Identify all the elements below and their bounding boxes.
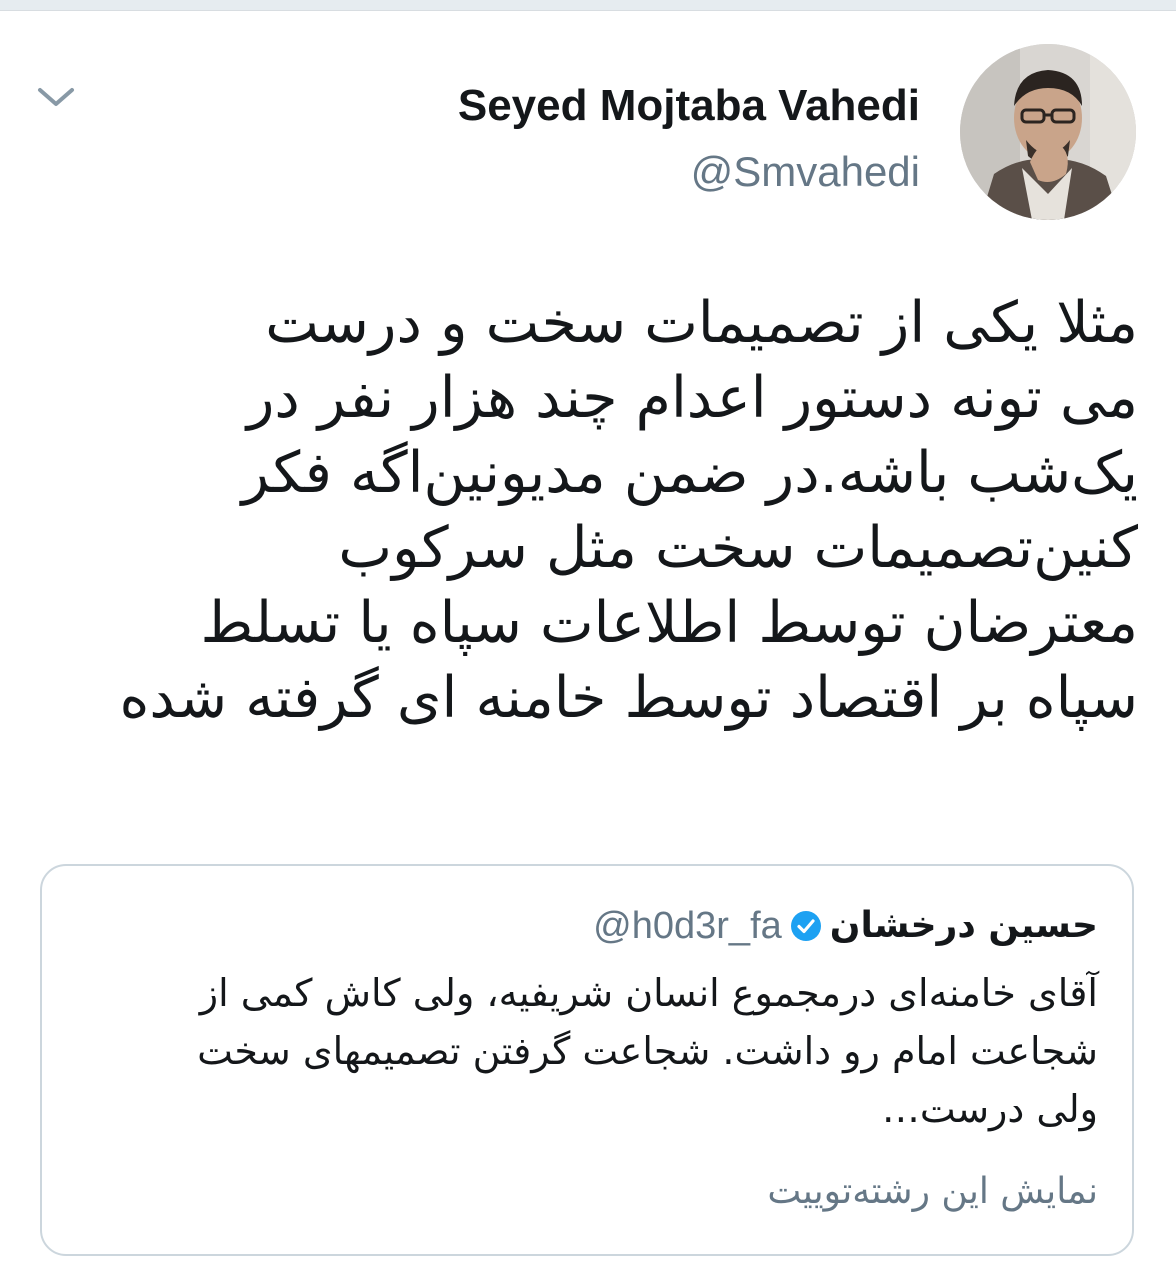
quoted-tweet-card[interactable]: حسین درخشان @h0d3r_fa آقای خامنه‌ای درمج… (40, 864, 1134, 1256)
top-divider (0, 0, 1176, 11)
quoted-text-line: شجاعت امام رو داشت. شجاعت گرفتن تصمیمهای… (197, 1029, 1098, 1073)
quoted-text-line: ولی درست… (881, 1087, 1098, 1131)
author-display-name[interactable]: Seyed Mojtaba Vahedi (458, 78, 920, 134)
quoted-tweet-header: حسین درخشان @h0d3r_fa (593, 900, 1098, 952)
tweet-text-line: کنین‌تصمیمات سخت مثل سرکوب (338, 515, 1138, 581)
author-handle[interactable]: @Smvahedi (691, 144, 920, 200)
quoted-author-handle[interactable]: @h0d3r_fa (593, 900, 782, 952)
verified-badge-icon (790, 910, 822, 942)
tweet-text-line: مثلا یکی از تصمیمات سخت و درست (265, 290, 1138, 356)
quoted-tweet-text: آقای خامنه‌ای درمجموع انسان شریفیه، ولی … (88, 964, 1098, 1138)
show-thread-link[interactable]: نمایش این رشته‌توییت (767, 1166, 1098, 1218)
tweet-text-line: سپاه بر اقتصاد توسط خامنه ای گرفته شده (119, 665, 1138, 731)
tweet-text-line: می تونه دستور اعدام چند هزار نفر در (246, 365, 1138, 431)
avatar[interactable] (960, 44, 1136, 220)
quoted-text-line: آقای خامنه‌ای درمجموع انسان شریفیه، ولی … (199, 971, 1098, 1015)
quoted-author-name[interactable]: حسین درخشان (830, 900, 1098, 952)
chevron-down-icon[interactable] (34, 82, 78, 112)
profile-photo-icon (960, 44, 1136, 220)
tweet-text-line: یک‌شب باشه.در ضمن مدیونین‌اگه فکر (241, 440, 1138, 506)
tweet-text-line: معترضان توسط اطلاعات سپاه یا تسلط (200, 590, 1138, 656)
tweet-text: مثلا یکی از تصمیمات سخت و درست می تونه د… (28, 286, 1138, 736)
